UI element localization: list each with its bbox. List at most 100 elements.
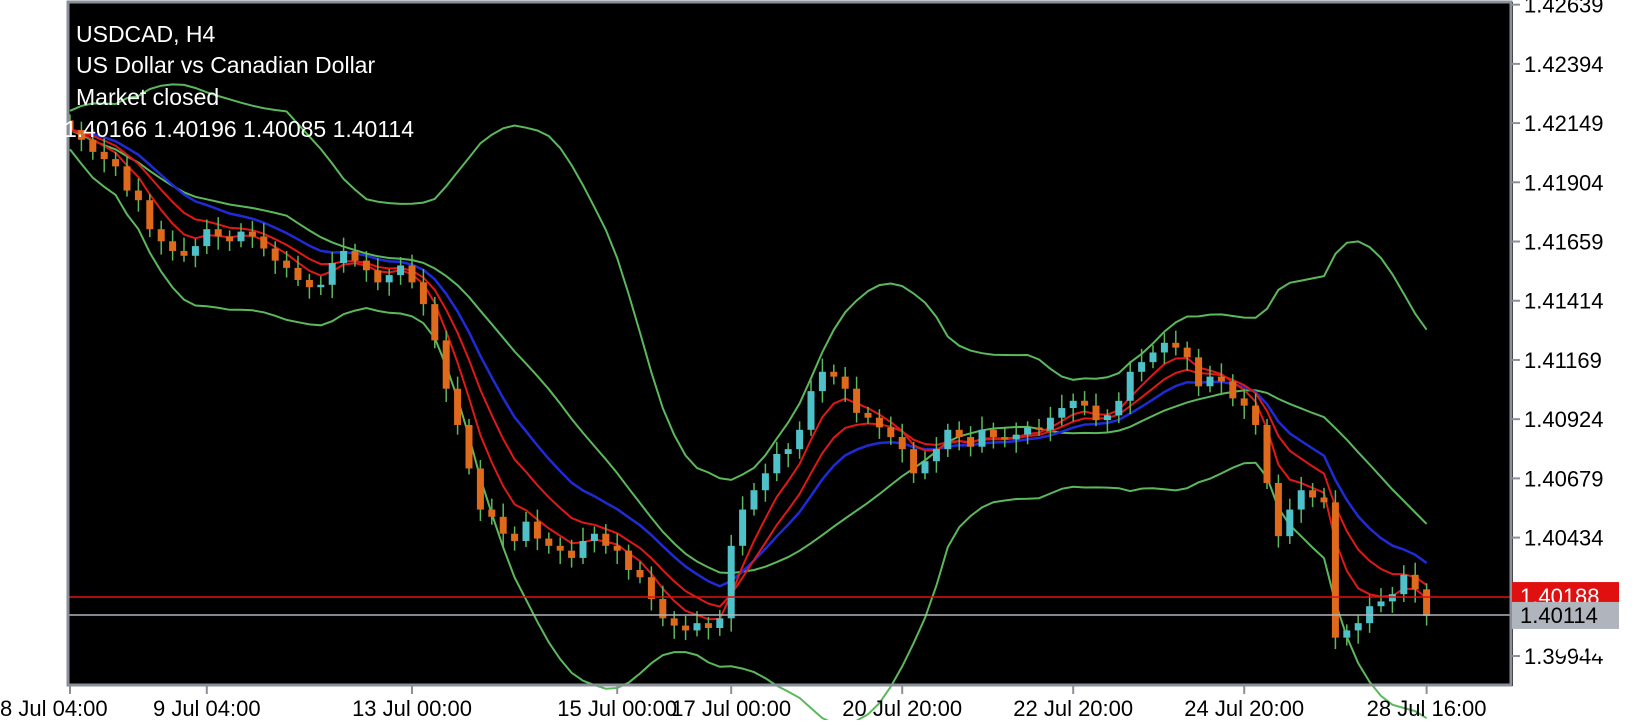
candle-body bbox=[978, 429, 986, 447]
y-tick-label: 1.42639 bbox=[1524, 0, 1604, 18]
candle-body bbox=[750, 490, 758, 510]
candle-body bbox=[1206, 376, 1214, 387]
candle-body bbox=[784, 449, 792, 454]
candle-body bbox=[431, 304, 439, 341]
candle-body bbox=[214, 229, 222, 237]
candle-body bbox=[1035, 427, 1043, 430]
candle-body bbox=[602, 533, 610, 546]
candle-body bbox=[1081, 400, 1089, 406]
candle-body bbox=[1001, 437, 1009, 440]
candle-body bbox=[693, 623, 701, 631]
x-tick-label: 13 Jul 00:00 bbox=[352, 696, 472, 720]
candle-body bbox=[248, 231, 256, 237]
candle-body bbox=[556, 545, 564, 551]
candle-body bbox=[1160, 342, 1168, 353]
candle-body bbox=[294, 267, 302, 280]
candle-body bbox=[818, 371, 826, 392]
candle-body bbox=[670, 618, 678, 626]
candle-body bbox=[796, 429, 804, 450]
candle-body bbox=[545, 538, 553, 546]
candle-body bbox=[454, 388, 462, 425]
candle-body bbox=[476, 468, 484, 510]
candle-body bbox=[317, 284, 325, 288]
candle-body bbox=[1423, 589, 1431, 616]
y-tick-label: 1.40679 bbox=[1524, 466, 1604, 491]
candle-body bbox=[1309, 490, 1317, 498]
y-tick-label: 1.40924 bbox=[1524, 407, 1604, 432]
candle-body bbox=[226, 236, 234, 242]
candle-body bbox=[967, 437, 975, 447]
candle-body bbox=[112, 159, 120, 167]
candle-body bbox=[180, 250, 188, 256]
candle-body bbox=[682, 625, 690, 631]
candle-body bbox=[1115, 400, 1123, 416]
candle-body bbox=[134, 190, 142, 201]
candle-body bbox=[932, 449, 940, 462]
candle-body bbox=[841, 376, 849, 389]
candle-body bbox=[590, 533, 598, 541]
candle-body bbox=[237, 231, 245, 242]
candle-body bbox=[1172, 342, 1180, 348]
candle-body bbox=[533, 521, 541, 539]
candle-body bbox=[1331, 502, 1339, 638]
symbol-timeframe: USDCAD, H4 bbox=[76, 21, 216, 47]
ellipsis-icon[interactable] bbox=[1557, 647, 1605, 657]
candle-body bbox=[340, 250, 348, 264]
candle-body bbox=[397, 265, 405, 276]
x-tick-label: 20 Jul 20:00 bbox=[842, 696, 962, 720]
candle-body bbox=[1286, 509, 1294, 537]
chart-window: 1.42639 1.42394 1.42149 1.41904 1.41659 1.414… bbox=[0, 0, 1640, 725]
candle-body bbox=[716, 618, 724, 628]
candle-body bbox=[442, 340, 450, 389]
candle-body bbox=[522, 521, 530, 541]
candle-body bbox=[511, 533, 519, 541]
candle-body bbox=[773, 453, 781, 474]
candle-body bbox=[910, 449, 918, 474]
candle-body bbox=[1024, 427, 1032, 435]
plot-background[interactable] bbox=[68, 2, 1513, 686]
candle-body bbox=[1149, 352, 1157, 363]
candle-body bbox=[351, 250, 359, 261]
candle-body bbox=[1229, 381, 1237, 399]
x-tick-label: 28 Jul 16:00 bbox=[1367, 696, 1487, 720]
candle-body bbox=[499, 516, 507, 534]
x-tick-label: 9 Jul 04:00 bbox=[153, 696, 261, 720]
candle-body bbox=[1320, 497, 1328, 503]
candle-body bbox=[1138, 362, 1146, 372]
candle-body bbox=[853, 388, 861, 413]
candle-body bbox=[260, 236, 268, 249]
candle-body bbox=[1354, 623, 1362, 631]
candle-body bbox=[1411, 574, 1419, 590]
candle-body bbox=[864, 412, 872, 418]
bid-price-label: 1.40114 bbox=[1520, 603, 1598, 628]
y-tick-label: 1.41904 bbox=[1524, 170, 1604, 195]
candle-body bbox=[807, 391, 815, 430]
candle-body bbox=[647, 577, 655, 599]
candle-body bbox=[636, 569, 644, 578]
candle-body bbox=[1252, 405, 1260, 425]
x-tick-label: 15 Jul 00:00 bbox=[557, 696, 677, 720]
candle-body bbox=[739, 509, 747, 546]
x-tick-label: 17 Jul 00:00 bbox=[671, 696, 791, 720]
y-tick-label: 1.40434 bbox=[1524, 526, 1604, 551]
candle-body bbox=[1092, 405, 1100, 421]
candle-body bbox=[1217, 376, 1225, 382]
candle-body bbox=[169, 241, 177, 251]
candle-body bbox=[1046, 417, 1054, 430]
candle bbox=[727, 534, 735, 632]
candle-body bbox=[157, 229, 165, 242]
candle-body bbox=[1103, 415, 1111, 421]
y-tick-label: 1.41659 bbox=[1524, 230, 1604, 255]
price-chart[interactable]: 1.42639 1.42394 1.42149 1.41904 1.41659 1.414… bbox=[0, 0, 1640, 725]
symbol-description: US Dollar vs Canadian Dollar bbox=[76, 52, 375, 78]
market-status: Market closed bbox=[76, 84, 219, 110]
candle-body bbox=[328, 263, 336, 285]
candle-body bbox=[1343, 630, 1351, 638]
candle-body bbox=[374, 270, 382, 283]
candle-body bbox=[305, 279, 313, 288]
bid-price-badge: 1.40114 bbox=[1512, 601, 1619, 629]
candle-body bbox=[1400, 574, 1408, 595]
y-tick-label: 1.42394 bbox=[1524, 52, 1604, 77]
candle-body bbox=[761, 473, 769, 491]
candle-body bbox=[989, 429, 997, 438]
